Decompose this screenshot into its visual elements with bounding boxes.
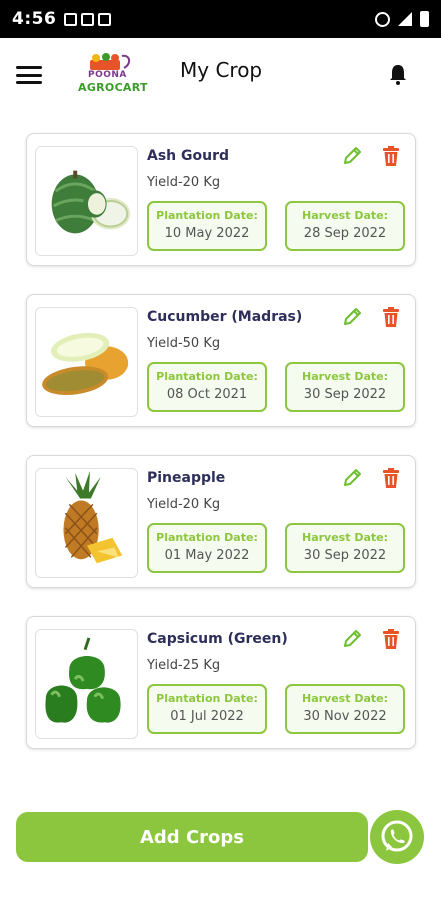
crop-name: Capsicum (Green) [147, 631, 288, 647]
notification-icons [64, 12, 112, 26]
plantation-date-label: Plantation Date: [156, 692, 258, 705]
add-crops-button[interactable]: Add Crops [16, 812, 368, 862]
whatsapp-button[interactable] [370, 810, 424, 864]
edit-icon[interactable] [341, 145, 363, 167]
plantation-date-value: 01 Jul 2022 [170, 709, 244, 724]
crop-card[interactable]: Ash Gourd Yield-20 Kg Plantation Date: 1… [26, 133, 416, 266]
cucumber-image [42, 332, 129, 395]
delete-icon[interactable] [381, 628, 401, 650]
crop-name: Pineapple [147, 470, 226, 486]
crop-image [35, 307, 138, 417]
ash-gourd-image [51, 170, 131, 234]
app-bar: POONA AGROCART My Crop [0, 38, 441, 110]
crop-image [35, 629, 138, 739]
heart-icon [98, 12, 112, 26]
plantation-date-box: Plantation Date: 10 May 2022 [147, 201, 267, 251]
crop-card[interactable]: Capsicum (Green) Yield-25 Kg Plantation … [26, 616, 416, 749]
crop-yield: Yield-25 Kg [147, 658, 221, 673]
harvest-date-box: Harvest Date: 30 Sep 2022 [285, 523, 405, 573]
status-time: 4:56 [12, 9, 57, 29]
bell-icon[interactable] [386, 62, 410, 86]
crop-yield: Yield-20 Kg [147, 175, 221, 190]
harvest-date-label: Harvest Date: [302, 209, 388, 222]
crop-yield: Yield-50 Kg [147, 336, 221, 351]
plantation-date-label: Plantation Date: [156, 531, 258, 544]
app-logo: POONA AGROCART [78, 52, 148, 96]
status-bar: 4:56 [0, 0, 441, 38]
delete-icon[interactable] [381, 145, 401, 167]
plantation-date-value: 08 Oct 2021 [166, 387, 248, 402]
plantation-date-value: 01 May 2022 [164, 548, 250, 563]
crop-image [35, 146, 138, 256]
whatsapp-icon [381, 820, 413, 852]
crop-yield: Yield-20 Kg [147, 497, 221, 512]
basket-icon [90, 53, 130, 70]
logo-text-top: POONA [88, 70, 127, 80]
delete-icon[interactable] [381, 467, 401, 489]
page-title: My Crop [180, 58, 263, 82]
edit-icon[interactable] [341, 306, 363, 328]
harvest-date-label: Harvest Date: [302, 531, 388, 544]
crop-card[interactable]: Pineapple Yield-20 Kg Plantation Date: 0… [26, 455, 416, 588]
harvest-date-value: 30 Nov 2022 [303, 709, 387, 724]
plantation-date-label: Plantation Date: [156, 370, 258, 383]
signal-icon [398, 12, 412, 26]
plantation-date-label: Plantation Date: [156, 209, 258, 222]
crop-name: Cucumber (Madras) [147, 309, 303, 325]
pineapple-image [63, 471, 123, 564]
harvest-date-label: Harvest Date: [302, 692, 388, 705]
harvest-date-box: Harvest Date: 30 Sep 2022 [285, 362, 405, 412]
plantation-date-box: Plantation Date: 08 Oct 2021 [147, 362, 267, 412]
crop-image [35, 468, 138, 578]
harvest-date-value: 28 Sep 2022 [303, 226, 387, 241]
edit-icon[interactable] [341, 628, 363, 650]
menu-icon[interactable] [16, 66, 42, 84]
app-icon [81, 12, 95, 26]
harvest-date-box: Harvest Date: 30 Nov 2022 [285, 684, 405, 734]
plantation-date-box: Plantation Date: 01 May 2022 [147, 523, 267, 573]
crop-name: Ash Gourd [147, 148, 230, 164]
alarm-icon [375, 11, 390, 27]
harvest-date-label: Harvest Date: [302, 370, 388, 383]
harvest-date-value: 30 Sep 2022 [303, 548, 387, 563]
harvest-date-value: 30 Sep 2022 [303, 387, 387, 402]
edit-icon[interactable] [341, 467, 363, 489]
delete-icon[interactable] [381, 306, 401, 328]
crop-card[interactable]: Cucumber (Madras) Yield-50 Kg Plantation… [26, 294, 416, 427]
gallery-icon [64, 12, 78, 26]
capsicum-image [45, 637, 121, 723]
logo-text-bottom: AGROCART [78, 81, 148, 94]
harvest-date-box: Harvest Date: 28 Sep 2022 [285, 201, 405, 251]
plantation-date-value: 10 May 2022 [164, 226, 250, 241]
plantation-date-box: Plantation Date: 01 Jul 2022 [147, 684, 267, 734]
system-icons [375, 11, 429, 27]
battery-icon [420, 11, 429, 27]
